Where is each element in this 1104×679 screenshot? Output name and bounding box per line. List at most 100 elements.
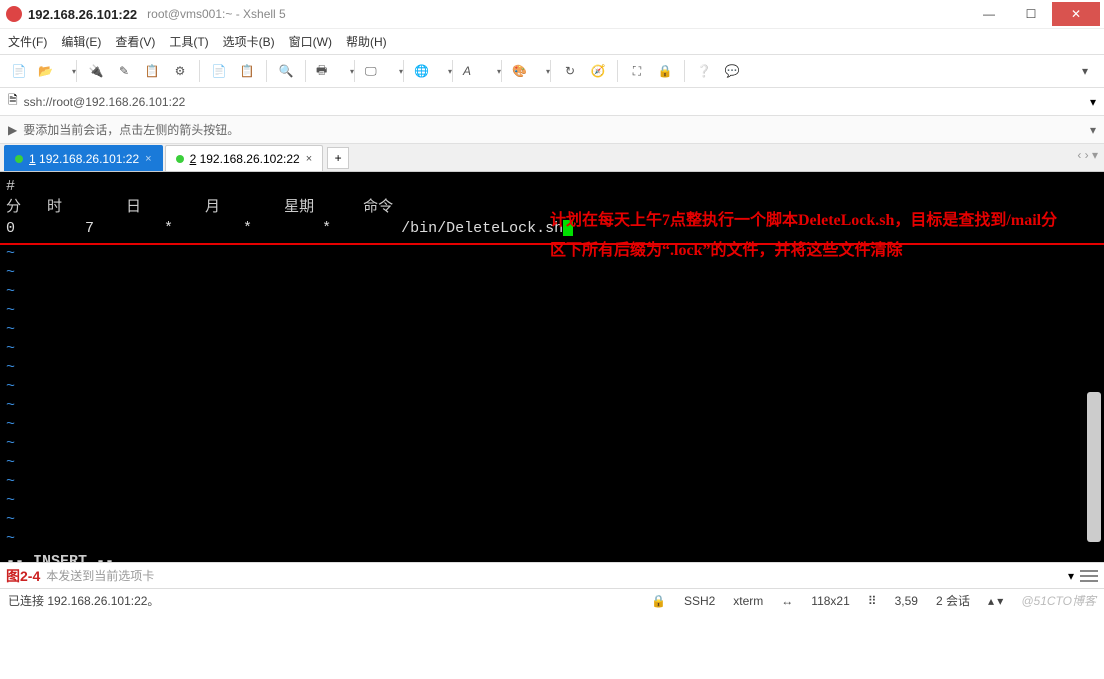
fullscreen-icon[interactable]: ⛶ [624, 58, 650, 84]
tab-session-2[interactable]: 2 192.168.26.102:22 × [165, 145, 324, 171]
scrollbar-thumb[interactable] [1087, 392, 1101, 542]
vi-tilde: ~ [0, 264, 1104, 283]
tab-nav[interactable]: ‹ › ▾ [1077, 148, 1098, 162]
tab2-close-icon[interactable]: × [306, 153, 312, 165]
cron-min: 0 [6, 220, 76, 237]
addr-lock-icon: 🗎 [8, 91, 18, 112]
vi-tilde: ~ [0, 435, 1104, 454]
tab-session-1[interactable]: 1 192.168.26.101:22 × [4, 145, 163, 171]
cron-month: * [243, 220, 313, 237]
menubar: 文件(F) 编辑(E) 查看(V) 工具(T) 选项卡(B) 窗口(W) 帮助(… [0, 28, 1104, 54]
status-sessions: 2 会话 [936, 592, 970, 609]
vi-tilde: ~ [0, 302, 1104, 321]
minimize-button[interactable]: — [968, 2, 1010, 26]
add-tab-button[interactable]: + [327, 147, 349, 169]
address-url[interactable]: ssh://root@192.168.26.101:22 [24, 95, 186, 109]
search-icon[interactable]: 🔍 [273, 58, 299, 84]
hdr-month: 月 [205, 195, 275, 216]
window-title-host: 192.168.26.101:22 [28, 7, 137, 22]
vi-tilde: ~ [0, 283, 1104, 302]
vi-tilde: ~ [0, 397, 1104, 416]
vi-tilde: ~ [0, 321, 1104, 340]
vi-tilde: ~ [0, 378, 1104, 397]
addr-overflow-icon[interactable]: ▾ [1090, 95, 1096, 109]
annotation: 计划在每天上午7点整执行一个脚本DeleteLock.sh，目标是查找到/mai… [550, 206, 1070, 267]
titlebar: 192.168.26.101:22 root@vms001:~ - Xshell… [0, 0, 1104, 28]
properties-icon[interactable]: 📋 [139, 58, 165, 84]
menu-file[interactable]: 文件(F) [8, 33, 47, 50]
status-bar: 已连接 192.168.26.101:22。 🔒 SSH2 xterm ↔ 11… [0, 588, 1104, 612]
menu-tools[interactable]: 工具(T) [169, 33, 208, 50]
menu-view[interactable]: 查看(V) [115, 33, 155, 50]
paste-icon[interactable]: 📋 [234, 58, 260, 84]
vi-tilde: ~ [0, 359, 1104, 378]
help-icon[interactable]: ❔ [691, 58, 717, 84]
compass-icon[interactable]: 🧭 [585, 58, 611, 84]
hdr-hour: 时 [47, 195, 117, 216]
print-icon[interactable]: 🖶 [312, 58, 348, 84]
vi-tilde: ~ [0, 416, 1104, 435]
send-bar: 图2-4 本发送到当前选项卡 ▾ [0, 562, 1104, 588]
disconnect-icon[interactable]: ✎ [111, 58, 137, 84]
status-pos-icon: ⠿ [868, 594, 877, 608]
cron-cmd: /bin/DeleteLock.sh [401, 220, 563, 237]
status-size-icon: ↔ [781, 594, 793, 608]
send-dropdown-icon[interactable]: ▾ [1068, 569, 1074, 583]
cron-week: * [322, 220, 392, 237]
tab2-label: 192.168.26.102:22 [196, 152, 299, 166]
status-size: 118x21 [811, 594, 849, 608]
vi-tilde: ~ [0, 340, 1104, 359]
reconnect-icon[interactable]: 🔌 [83, 58, 109, 84]
chat-icon[interactable]: 💬 [719, 58, 745, 84]
figure-label: 图2-4 [6, 566, 40, 586]
tab1-num: 1 [29, 152, 36, 166]
refresh-icon[interactable]: ↻ [557, 58, 583, 84]
hdr-cmd: 命令 [363, 195, 423, 216]
maximize-button[interactable]: ☐ [1010, 2, 1052, 26]
tab1-label: 192.168.26.101:22 [36, 152, 139, 166]
info-arrow-icon[interactable]: ▶ [8, 123, 17, 137]
vi-tilde: ~ [0, 492, 1104, 511]
status-lock-icon: 🔒 [651, 594, 666, 608]
send-hint: 本发送到当前选项卡 [46, 567, 1062, 584]
app-icon [6, 6, 22, 22]
terminal[interactable]: # 分 时 日 月 星期 命令 0 7 * * * /bin/DeleteLoc… [0, 172, 1104, 562]
vi-tilde: ~ [0, 511, 1104, 530]
cron-hour: 7 [85, 220, 155, 237]
menu-edit[interactable]: 编辑(E) [61, 33, 101, 50]
tab-strip: 1 192.168.26.101:22 × 2 192.168.26.102:2… [0, 144, 1104, 172]
info-overflow-icon[interactable]: ▾ [1090, 123, 1096, 137]
new-session-icon[interactable]: 📄 [6, 58, 32, 84]
status-connection: 已连接 192.168.26.101:22。 [8, 592, 159, 609]
screen-icon[interactable]: 🖵 [361, 58, 397, 84]
status-dot-icon [15, 155, 23, 163]
close-button[interactable]: ✕ [1052, 2, 1100, 26]
settings-icon[interactable]: ⚙ [167, 58, 193, 84]
info-message: 要添加当前会话，点击左侧的箭头按钮。 [23, 121, 239, 138]
toolbar-overflow-icon[interactable]: ▾ [1072, 58, 1098, 84]
menu-help[interactable]: 帮助(H) [346, 33, 387, 50]
window-title-sub: root@vms001:~ - Xshell 5 [147, 7, 286, 21]
menu-tabs[interactable]: 选项卡(B) [223, 33, 275, 50]
cron-day: * [164, 220, 234, 237]
font-icon[interactable]: A [459, 58, 495, 84]
vi-tilde: ~ [0, 530, 1104, 549]
tab1-close-icon[interactable]: × [145, 153, 151, 165]
vi-tilde: ~ [0, 473, 1104, 492]
status-sess-icon[interactable]: ▴ ▾ [988, 594, 1003, 608]
lock-icon[interactable]: 🔒 [652, 58, 678, 84]
color-icon[interactable]: 🎨 [508, 58, 544, 84]
hdr-min: # 分 [6, 178, 38, 216]
hdr-week: 星期 [284, 195, 354, 216]
watermark: @51CTO博客 [1021, 592, 1096, 609]
toolbar: 📄 📂 🔌 ✎ 📋 ⚙ 📄 📋 🔍 🖶 🖵 🌐 A 🎨 ↻ 🧭 ⛶ 🔒 ❔ 💬 … [0, 54, 1104, 88]
hdr-day: 日 [126, 195, 196, 216]
globe-icon[interactable]: 🌐 [410, 58, 446, 84]
copy-icon[interactable]: 📄 [206, 58, 232, 84]
menu-window[interactable]: 窗口(W) [289, 33, 332, 50]
send-menu-icon[interactable] [1080, 567, 1098, 585]
status-term: xterm [733, 594, 763, 608]
status-dot-icon [176, 155, 184, 163]
open-icon[interactable]: 📂 [34, 58, 70, 84]
vi-tilde: ~ [0, 454, 1104, 473]
